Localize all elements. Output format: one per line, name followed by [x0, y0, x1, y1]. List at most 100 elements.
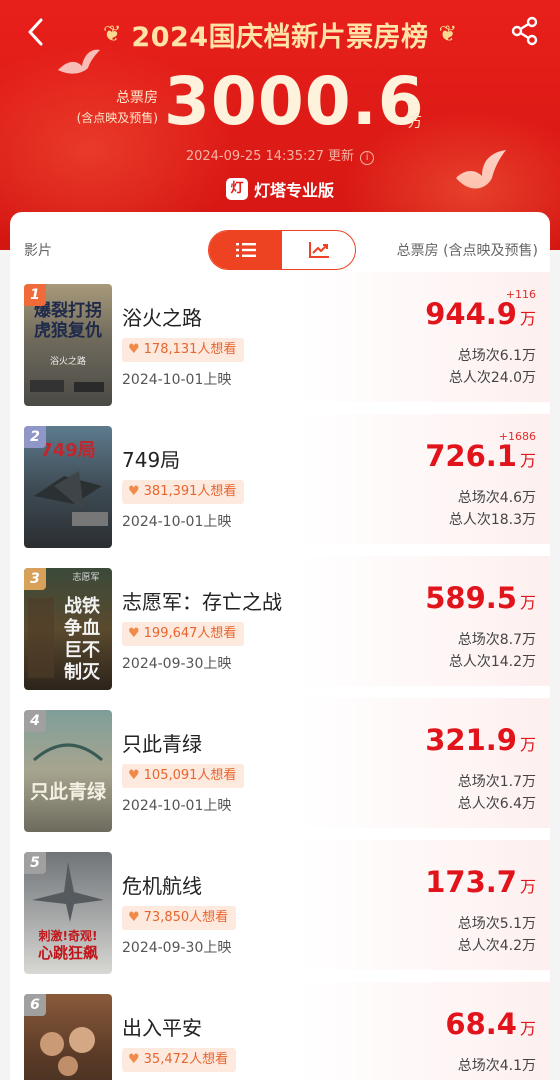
poster-text: 战铁	[64, 595, 100, 617]
poster-text: 巨不	[64, 640, 100, 661]
box-office-value: 589.5	[425, 581, 517, 615]
rank-badge: 6	[24, 994, 46, 1016]
release-date: 2024-10-01上映	[122, 514, 232, 530]
box-office: 321.9 万	[425, 723, 536, 757]
want-to-see-badge: ♥ 381,391人想看	[122, 480, 245, 504]
heart-icon: ♥	[128, 1052, 140, 1067]
poster-text: 只此青绿	[30, 780, 107, 803]
column-header-box-office: 总票房 (含点映及预售)	[396, 243, 538, 259]
heart-icon: ♥	[128, 768, 140, 783]
box-office-unit: 万	[519, 309, 536, 328]
dove-icon	[456, 150, 506, 189]
movie-title[interactable]: 出入平安	[122, 1012, 202, 1041]
total-sessions: 总场次5.1万	[457, 916, 536, 932]
box-office-value: 726.1	[425, 439, 517, 473]
total-viewers: 总人次18.3万	[448, 512, 536, 528]
poster-text: 志愿军	[72, 571, 99, 583]
laurel-right-icon: ❦	[438, 21, 458, 47]
total-sessions: 总场次1.7万	[457, 774, 536, 790]
rank-badge: 5	[24, 852, 46, 874]
rank-badge: 3	[24, 568, 46, 590]
box-office-unit: 万	[519, 735, 536, 754]
rank-badge: 4	[24, 710, 46, 732]
want-count: 178,131人想看	[143, 342, 237, 357]
poster-text: 制灭	[64, 662, 101, 683]
total-sessions: 总场次4.6万	[457, 490, 536, 506]
want-count: 73,850人想看	[143, 910, 229, 925]
poster-text: 刺激!奇观!	[38, 928, 98, 943]
poster-text: 浴火之路	[50, 355, 86, 367]
share-button[interactable]	[510, 16, 540, 46]
total-box-office-value: 3000.6	[164, 63, 425, 140]
list-view-tab[interactable]	[209, 231, 282, 269]
movie-row[interactable]: 6 出入平安 ♥ 35,472人想看 68.4 万 总场次4.1万	[10, 982, 550, 1080]
share-icon	[511, 16, 538, 46]
ranking-card: 影片 总票房 (含点映及预售) 爆裂打拐 虎狼复仇 浴火之路 1 浴火之路 ♥ …	[10, 212, 550, 1080]
box-office-unit: 万	[519, 1019, 536, 1038]
movie-title[interactable]: 749局	[122, 444, 180, 473]
page-title: 2024国庆档新片票房榜	[131, 21, 429, 53]
box-office-value: 321.9	[425, 723, 517, 757]
want-to-see-badge: ♥ 199,647人想看	[122, 622, 245, 646]
update-time: 2024-09-25 14:35:27	[185, 149, 324, 164]
total-box-office-label: 总票房 (含点映及预售)	[62, 88, 158, 128]
brand-name: 灯塔专业版	[253, 181, 334, 200]
movie-row[interactable]: 刺激!奇观! 心跳狂飙 5 危机航线 ♥ 73,850人想看 2024-09-30…	[10, 840, 550, 982]
trend-view-tab[interactable]	[282, 231, 355, 269]
box-office-unit: 万	[519, 593, 536, 612]
list-icon	[235, 243, 256, 257]
total-viewers: 总人次4.2万	[457, 938, 536, 954]
heart-icon: ♥	[128, 910, 140, 925]
movie-row[interactable]: 只此青绿 4 只此青绿 ♥ 105,091人想看 2024-10-01上映 321…	[10, 698, 550, 840]
box-office: 173.7 万	[425, 865, 536, 899]
movie-title[interactable]: 危机航线	[122, 870, 202, 899]
box-office-unit: 万	[519, 451, 536, 470]
want-to-see-badge: ♥ 73,850人想看	[122, 906, 237, 930]
want-to-see-badge: ♥ 35,472人想看	[122, 1048, 237, 1072]
total-viewers: 总人次6.4万	[457, 796, 536, 812]
movie-row[interactable]: 爆裂打拐 虎狼复仇 浴火之路 1 浴火之路 ♥ 178,131人想看 2024-1…	[10, 272, 550, 414]
want-count: 381,391人想看	[143, 484, 237, 499]
want-to-see-badge: ♥ 178,131人想看	[122, 338, 245, 362]
brand-logo-icon: 灯	[225, 178, 248, 200]
update-time-line: 2024-09-25 14:35:27 更新 i	[0, 145, 560, 165]
page-title-wrap: ❦ 2024国庆档新片票房榜 ❦	[0, 14, 560, 54]
laurel-left-icon: ❦	[102, 21, 122, 47]
box-office: 944.9 万	[425, 297, 536, 331]
poster-text: 争血	[64, 617, 100, 639]
total-sessions: 总场次6.1万	[457, 348, 536, 364]
total-viewers: 总人次24.0万	[448, 370, 536, 386]
total-sessions: 总场次4.1万	[457, 1058, 536, 1074]
want-to-see-badge: ♥ 105,091人想看	[122, 764, 245, 788]
poster-text: 心跳狂飙	[38, 944, 98, 962]
rank-badge: 1	[24, 284, 46, 306]
movie-row[interactable]: 志愿军 战铁 争血 巨不 制灭 3 志愿军：存亡之战 ♥ 199,647人想看 2…	[10, 556, 550, 698]
box-office: 68.4 万	[445, 1007, 536, 1041]
poster-text: 749局	[40, 440, 96, 461]
brand-badge: 灯 灯塔专业版	[0, 175, 560, 203]
column-header-film: 影片	[24, 243, 52, 259]
box-office: 726.1 万	[425, 439, 536, 473]
release-date: 2024-09-30上映	[122, 940, 232, 956]
total-sessions: 总场次8.7万	[457, 632, 536, 648]
heart-icon: ♥	[128, 626, 140, 641]
total-box-office-unit: 万	[408, 115, 422, 131]
want-count: 35,472人想看	[143, 1052, 229, 1067]
release-date: 2024-10-01上映	[122, 798, 232, 814]
view-toggle[interactable]	[208, 230, 356, 270]
movie-title[interactable]: 只此青绿	[122, 728, 202, 757]
trend-chart-icon	[308, 242, 329, 258]
info-icon[interactable]: i	[360, 151, 375, 165]
box-office-value: 944.9	[425, 297, 517, 331]
total-viewers: 总人次14.2万	[448, 654, 536, 670]
heart-icon: ♥	[128, 484, 140, 499]
total-label-sub: (含点映及预售)	[76, 111, 158, 125]
box-office-unit: 万	[519, 877, 536, 896]
movie-row[interactable]: 749局 2 749局 ♥ 381,391人想看 2024-10-01上映 +16…	[10, 414, 550, 556]
want-count: 199,647人想看	[143, 626, 237, 641]
total-label-text: 总票房	[116, 90, 158, 106]
box-office-value: 173.7	[425, 865, 517, 899]
update-label: 更新	[328, 149, 355, 164]
movie-title[interactable]: 志愿军：存亡之战	[122, 586, 282, 615]
movie-title[interactable]: 浴火之路	[122, 302, 202, 331]
